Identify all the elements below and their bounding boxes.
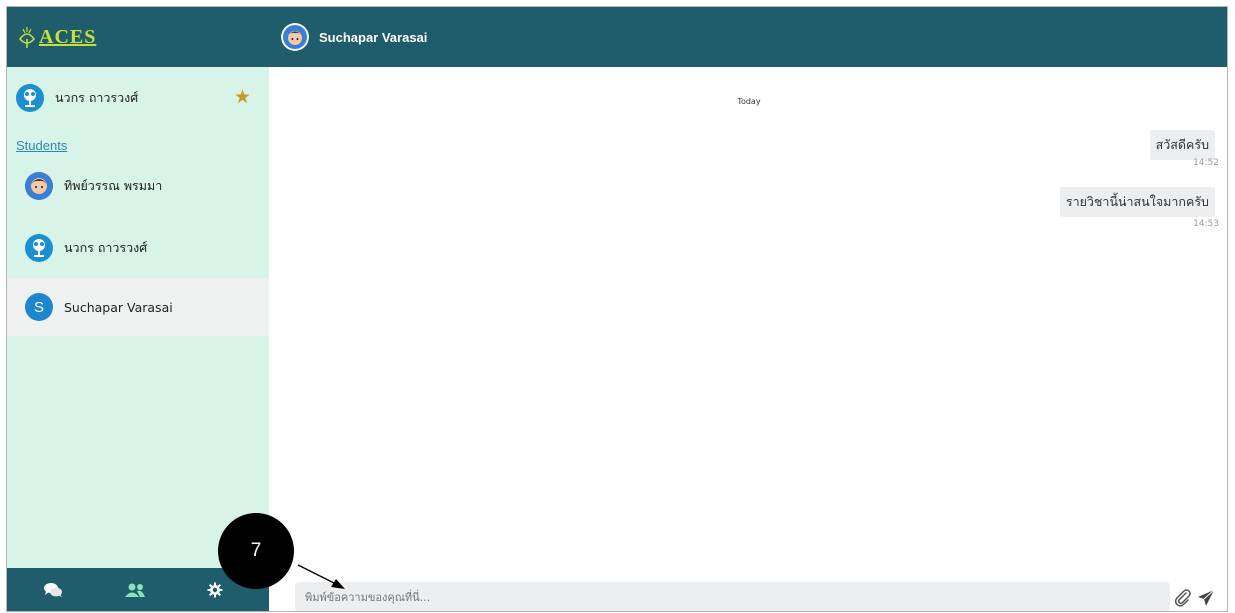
- student-item-thippawan[interactable]: ทิพย์วรรณ พรมมา: [7, 157, 269, 215]
- day-divider: Today: [737, 97, 761, 106]
- boy-avatar-icon: [25, 172, 53, 200]
- message-time: 14:53: [1193, 219, 1219, 229]
- aces-logo[interactable]: ACES: [17, 25, 96, 49]
- letter-avatar: S: [25, 293, 53, 321]
- message-bubble: รายวิชานี้น่าสนใจมากครับ: [1059, 187, 1215, 217]
- student-name: Suchapar Varasai: [64, 299, 173, 315]
- star-icon[interactable]: ★: [234, 88, 251, 107]
- student-item-suchapar[interactable]: S Suchapar Varasai: [7, 278, 269, 336]
- tree-avatar-icon: [25, 234, 53, 262]
- students-section-label[interactable]: Students: [16, 138, 67, 153]
- gear-icon[interactable]: [203, 580, 227, 600]
- student-item-nawakorn[interactable]: นวกร ถาวรวงศ์: [7, 219, 269, 277]
- favorite-contact-name: นวกร ถาวรวงศ์: [55, 90, 139, 105]
- student-name: นวกร ถาวรวงศ์: [64, 240, 148, 255]
- message-bubble: สวัสดีครับ: [1149, 130, 1215, 160]
- leaf-logo-icon: [18, 27, 36, 48]
- chat-header: Suchapar Varasai: [269, 7, 1227, 67]
- student-name: ทิพย์วรรณ พรมมา: [64, 178, 163, 193]
- brand-bar: ACES: [7, 7, 269, 67]
- users-icon[interactable]: [123, 580, 147, 600]
- chat-app: ACES นวกร ถาวรวงศ์ ★ Students ทิพย์วรรณ …: [6, 6, 1228, 612]
- chat-icon[interactable]: [41, 580, 65, 600]
- sidebar: ACES นวกร ถาวรวงศ์ ★ Students ทิพย์วรรณ …: [7, 7, 269, 611]
- annotation-marker: 7: [218, 513, 294, 589]
- composer: [269, 570, 1227, 611]
- contact-avatar-icon[interactable]: [281, 23, 309, 51]
- message-time: 14:52: [1193, 158, 1219, 168]
- message-area: Today สวัสดีครับ 14:52 รายวิชานี้น่าสนใจ…: [269, 67, 1227, 567]
- tree-avatar-icon: [16, 84, 44, 112]
- message-input[interactable]: [295, 582, 1170, 611]
- send-icon[interactable]: [1197, 589, 1215, 607]
- contact-name: Suchapar Varasai: [319, 29, 428, 45]
- logo-text: ACES: [39, 26, 97, 48]
- favorite-contact[interactable]: นวกร ถาวรวงศ์ ★: [7, 82, 269, 114]
- paperclip-icon[interactable]: [1174, 589, 1192, 607]
